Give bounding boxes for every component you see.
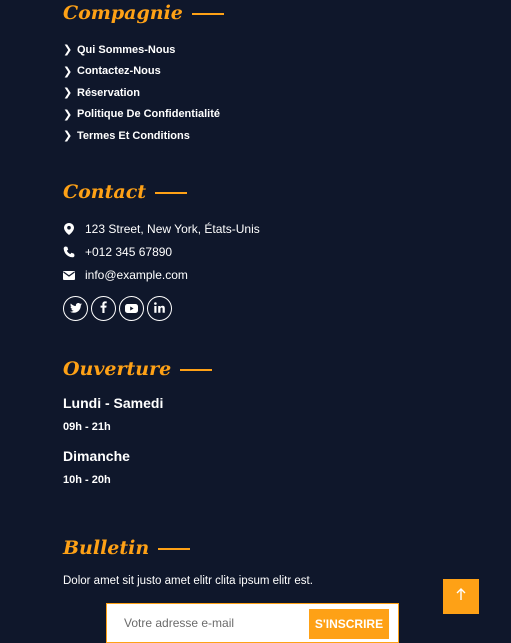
youtube-icon [125,300,138,318]
chevron-right-icon: ❯ [63,87,73,100]
newsletter-heading: Bulletin [63,537,191,559]
heading-rule [191,12,224,15]
weekday-hours: 09h - 21h [63,421,111,433]
heading-rule [155,191,188,194]
map-marker-icon [63,223,75,235]
opening-heading-text: Ouverture [63,358,172,380]
arrow-up-icon [456,587,466,606]
link-label: Réservation [77,86,140,99]
contact-address: 123 Street, New York, États-Unis [63,222,260,236]
facebook-button[interactable] [91,296,116,321]
link-privacy[interactable]: ❯ Politique De Confidentialité [63,104,220,126]
envelope-icon [63,269,75,281]
link-terms[interactable]: ❯ Termes Et Conditions [63,125,220,147]
social-links [63,296,172,321]
heading-rule [180,368,213,371]
link-label: Termes Et Conditions [77,129,190,142]
address-text: 123 Street, New York, États-Unis [85,222,260,236]
heading-rule [158,547,191,550]
newsletter-heading-text: Bulletin [63,537,150,559]
link-label: Qui Sommes-Nous [77,43,176,56]
chevron-right-icon: ❯ [63,65,73,78]
sunday-hours: 10h - 20h [63,474,111,486]
chevron-right-icon: ❯ [63,44,73,57]
link-label: Politique De Confidentialité [77,108,221,121]
sunday-label: Dimanche [63,448,130,464]
company-links: ❯ Qui Sommes-Nous ❯ Contactez-Nous ❯ Réserv… [63,39,220,147]
company-heading: Compagnie [63,4,224,23]
weekday-label: Lundi - Samedi [63,395,164,411]
twitter-icon [69,300,82,318]
opening-heading: Ouverture [63,358,213,380]
link-label: Contactez-Nous [77,65,161,78]
link-contact[interactable]: ❯ Contactez-Nous [63,61,220,83]
phone-text: +012 345 67890 [85,245,173,259]
newsletter-form: S'INSCRIRE [106,603,399,643]
subscribe-button[interactable]: S'INSCRIRE [309,609,389,639]
chevron-right-icon: ❯ [63,108,73,121]
linkedin-button[interactable] [147,296,172,321]
contact-phone: +012 345 67890 [63,245,172,259]
email-text: info@example.com [85,268,188,282]
back-to-top-button[interactable] [443,579,479,614]
contact-email: info@example.com [63,268,188,282]
company-heading-text: Compagnie [63,2,183,24]
linkedin-icon [154,300,165,318]
email-input[interactable] [107,604,324,642]
link-reservation[interactable]: ❯ Réservation [63,82,220,104]
phone-icon [63,246,75,258]
chevron-right-icon: ❯ [63,130,73,143]
newsletter-description: Dolor amet sit justo amet elitr clita ip… [63,575,313,587]
twitter-button[interactable] [63,296,88,321]
contact-heading: Contact [63,181,188,203]
facebook-icon [100,300,107,318]
contact-heading-text: Contact [63,181,147,203]
youtube-button[interactable] [119,296,144,321]
link-about[interactable]: ❯ Qui Sommes-Nous [63,39,220,61]
